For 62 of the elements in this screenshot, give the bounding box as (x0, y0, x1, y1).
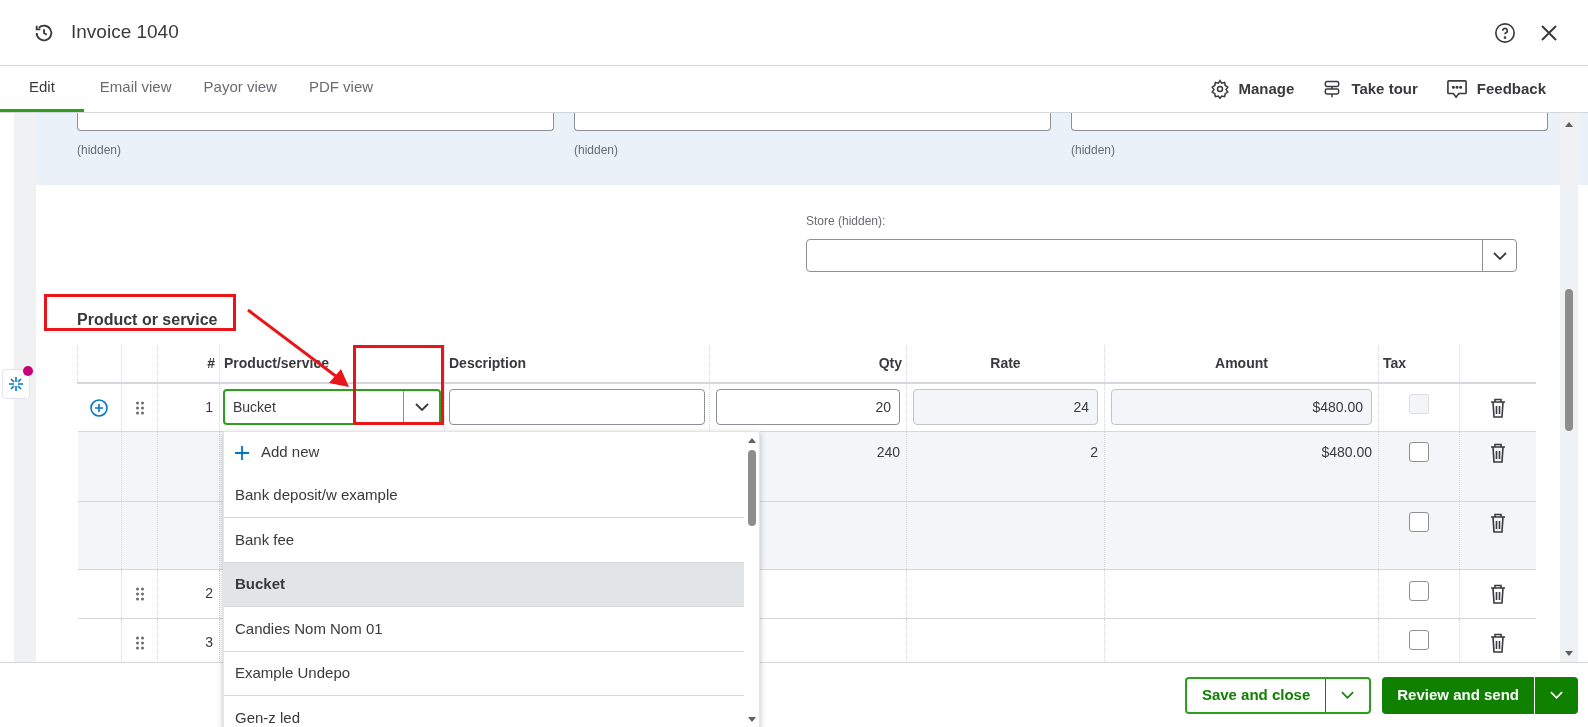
menu-item[interactable]: Candies Nom Nom 01 (224, 607, 744, 652)
trash-icon[interactable] (1489, 584, 1506, 605)
menu-item[interactable]: Example Undepo (224, 651, 744, 696)
field-label: (hidden) (1071, 142, 1117, 159)
description-field[interactable] (449, 389, 705, 426)
field-label: (hidden) (77, 142, 123, 159)
product-select[interactable]: Bucket (223, 389, 441, 426)
line-number: 3 (205, 634, 213, 650)
tax-checkbox[interactable] (1409, 441, 1429, 462)
toolbar-button[interactable]: Take tour (1308, 66, 1432, 112)
tax-checkbox[interactable] (1409, 580, 1429, 601)
drag-handle-icon[interactable] (135, 401, 144, 416)
toolbar-button[interactable]: Manage (1195, 66, 1309, 112)
assistant-icon[interactable] (2, 369, 30, 399)
menu-item[interactable]: Bank deposit/w example (224, 473, 744, 518)
toolbar-button[interactable]: Feedback (1431, 66, 1560, 112)
tax-checkbox[interactable] (1409, 629, 1429, 650)
section-title: Product or service (77, 310, 218, 330)
drag-handle-icon[interactable] (135, 587, 144, 602)
help-icon[interactable] (1494, 21, 1516, 44)
chevron-down-icon (1550, 691, 1563, 699)
settings-icon (1209, 79, 1230, 99)
tab[interactable]: Payor view (187, 66, 293, 112)
chevron-down-icon (1492, 251, 1507, 260)
line-number: 1 (205, 398, 213, 415)
tax-checkbox[interactable] (1409, 511, 1429, 532)
column-header: Qty (878, 355, 902, 371)
column-header: Description (449, 355, 526, 371)
trash-icon[interactable] (1489, 397, 1506, 418)
table-cell: 2 (1090, 443, 1098, 460)
qty-field[interactable]: 20 (716, 389, 900, 426)
trash-icon[interactable] (1489, 442, 1506, 463)
tab[interactable]: Email view (83, 66, 188, 112)
field-label: (hidden) (574, 142, 620, 159)
menu-item[interactable]: Bucket (224, 562, 744, 607)
input-field[interactable] (574, 113, 1051, 131)
column-header: Amount (1215, 355, 1268, 371)
tab[interactable]: PDF view (292, 66, 390, 112)
menu-item[interactable]: Bank fee (224, 518, 744, 563)
amount-field[interactable]: $480.00 (1111, 389, 1372, 426)
line-number: 2 (205, 585, 213, 601)
store-select[interactable] (806, 239, 1517, 272)
menu-item[interactable]: Gen-z led (224, 696, 744, 727)
column-header: Rate (990, 355, 1021, 371)
plus-icon (235, 445, 249, 460)
field-label: Store (hidden): (806, 213, 887, 230)
menu-item[interactable]: Add new (224, 431, 744, 474)
rate-field[interactable]: 24 (913, 389, 1098, 426)
table-cell: 240 (876, 443, 900, 460)
column-header: Tax (1383, 355, 1407, 371)
window-title: Invoice 1040 (71, 20, 179, 45)
column-header: # (207, 355, 215, 371)
drag-handle-icon[interactable] (135, 636, 144, 651)
input-field[interactable] (1071, 113, 1548, 131)
close-icon[interactable] (1540, 23, 1558, 42)
chevron-down-icon (1341, 691, 1355, 699)
trash-icon[interactable] (1489, 633, 1506, 654)
chevron-down-icon (414, 403, 429, 412)
input-field[interactable] (77, 113, 554, 131)
trash-icon[interactable] (1489, 512, 1506, 533)
chat-icon (1445, 79, 1468, 99)
table-cell: $480.00 (1321, 443, 1372, 460)
